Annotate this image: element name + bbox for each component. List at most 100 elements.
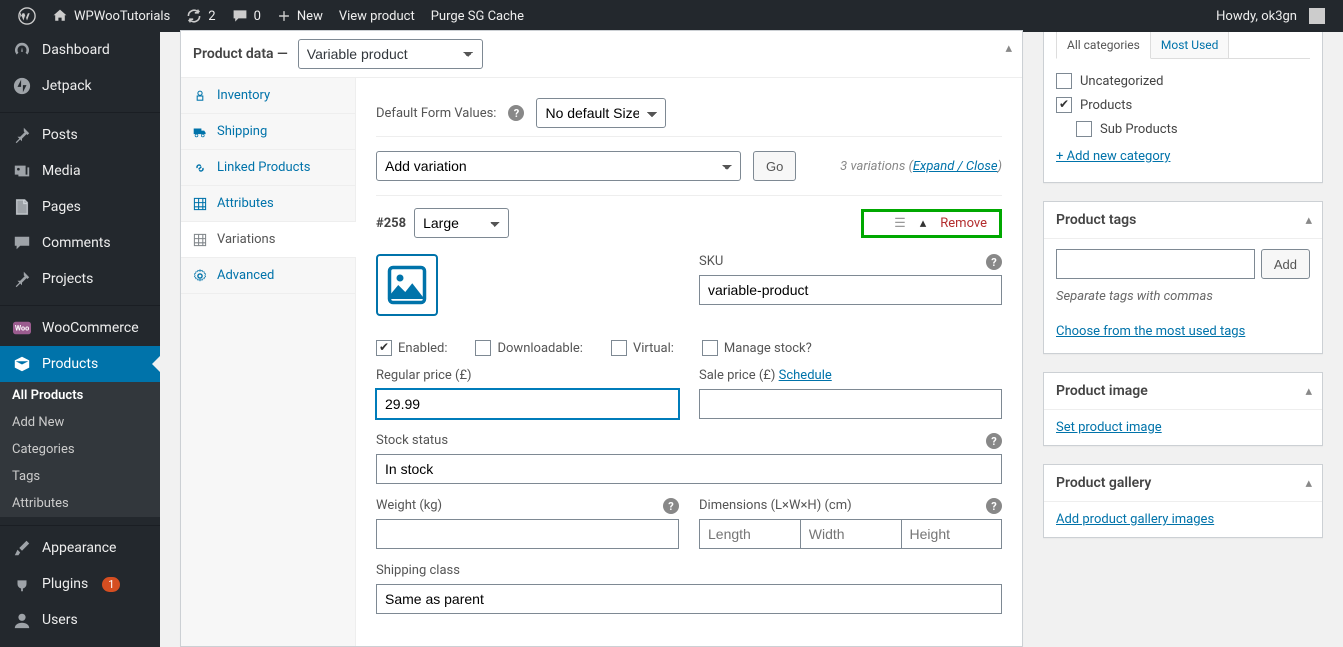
drag-handle-icon[interactable]: ☰ [894, 216, 906, 231]
category-uncategorized[interactable]: Uncategorized [1056, 69, 1310, 93]
add-tag-button[interactable]: Add [1261, 249, 1310, 279]
shipping-class-select[interactable]: Same as parent [376, 584, 1002, 614]
go-button[interactable]: Go [753, 151, 796, 181]
regular-price-input[interactable] [376, 389, 679, 419]
expand-close-link[interactable]: Expand / Close [913, 159, 998, 174]
new-content-link[interactable]: New [269, 0, 331, 32]
width-input[interactable] [800, 519, 901, 549]
tab-advanced[interactable]: Advanced [181, 258, 355, 294]
brush-icon [12, 538, 32, 558]
tab-linked-products[interactable]: Linked Products [181, 150, 355, 186]
page-icon [12, 197, 32, 217]
weight-input[interactable] [376, 519, 679, 549]
product-tags-title: Product tags [1056, 212, 1136, 228]
add-new-category-link[interactable]: + Add new category [1056, 141, 1170, 172]
tags-input[interactable] [1056, 249, 1255, 279]
regular-price-label: Regular price (£) [376, 368, 679, 383]
sidebar-item-media[interactable]: Media [0, 153, 160, 189]
truck-icon [193, 125, 209, 139]
help-icon[interactable]: ? [663, 498, 679, 514]
sale-price-label: Sale price (£) Schedule [699, 368, 1002, 383]
tab-attributes[interactable]: Attributes [181, 186, 355, 222]
help-icon[interactable]: ? [986, 433, 1002, 449]
media-icon [12, 161, 32, 181]
sidebar-item-woocommerce[interactable]: WooWooCommerce [0, 310, 160, 346]
enabled-checkbox[interactable]: Enabled: [376, 340, 447, 356]
jetpack-icon [12, 76, 32, 96]
default-form-values-select[interactable]: No default Size… [536, 98, 666, 128]
sidebar-item-pages[interactable]: Pages [0, 189, 160, 225]
comment-icon [12, 233, 32, 253]
panel-toggle[interactable]: ▴ [1005, 41, 1012, 56]
sidebar-item-comments[interactable]: Comments [0, 225, 160, 261]
stock-status-label: Stock status [376, 433, 1002, 448]
sidebar-subitem-attributes[interactable]: Attributes [0, 490, 160, 517]
sidebar-item-posts[interactable]: Posts [0, 117, 160, 153]
variations-count: 3 variations (Expand / Close) [840, 159, 1002, 174]
remove-variation-link[interactable]: Remove [940, 216, 987, 231]
sale-price-input[interactable] [699, 389, 1002, 419]
set-product-image-link[interactable]: Set product image [1056, 420, 1162, 435]
sidebar-item-plugins[interactable]: Plugins1 [0, 566, 160, 602]
variation-attr-select[interactable]: Large [414, 208, 509, 238]
sidebar-item-appearance[interactable]: Appearance [0, 530, 160, 566]
panel-toggle[interactable]: ▴ [1305, 213, 1312, 228]
dashboard-icon [12, 40, 32, 60]
tab-inventory[interactable]: Inventory [181, 78, 355, 114]
comments-link[interactable]: 0 [224, 0, 269, 32]
sidebar-item-jetpack[interactable]: Jetpack [0, 68, 160, 104]
choose-tags-link[interactable]: Choose from the most used tags [1056, 324, 1245, 339]
sidebar-item-projects[interactable]: Projects [0, 261, 160, 297]
link-icon [193, 161, 209, 175]
tab-most-used[interactable]: Most Used [1150, 32, 1230, 58]
manage-stock-checkbox[interactable]: Manage stock? [702, 340, 812, 356]
product-image-title: Product image [1056, 383, 1148, 399]
product-data-header: Product data — Variable product ▴ [181, 31, 1022, 78]
tab-shipping[interactable]: Shipping [181, 114, 355, 150]
sidebar-subitem-categories[interactable]: Categories [0, 436, 160, 463]
view-product-link[interactable]: View product [331, 0, 423, 32]
sku-input[interactable] [699, 275, 1002, 305]
grid-icon [193, 233, 209, 247]
schedule-link[interactable]: Schedule [779, 368, 832, 383]
help-icon[interactable]: ? [986, 498, 1002, 514]
user-menu[interactable]: Howdy, ok3gn [1208, 0, 1333, 32]
add-gallery-images-link[interactable]: Add product gallery images [1056, 512, 1214, 527]
virtual-checkbox[interactable]: Virtual: [611, 340, 674, 356]
product-data-title: Product data — [193, 46, 288, 62]
sidebar-item-users[interactable]: Users [0, 602, 160, 638]
wordpress-icon [18, 7, 36, 25]
length-input[interactable] [699, 519, 800, 549]
pin-icon [12, 269, 32, 289]
site-name: WPWooTutorials [74, 9, 170, 24]
stock-status-select[interactable]: In stock [376, 454, 1002, 484]
category-products[interactable]: Products [1056, 93, 1310, 117]
updates-link[interactable]: 2 [178, 0, 223, 32]
site-name-link[interactable]: WPWooTutorials [44, 0, 178, 32]
variation-id: #258 [376, 216, 406, 231]
badge: 1 [102, 577, 120, 592]
sidebar-subitem-all-products[interactable]: All Products [0, 382, 160, 409]
purge-cache-link[interactable]: Purge SG Cache [423, 0, 532, 32]
help-icon[interactable]: ? [508, 105, 524, 121]
category-sub-products[interactable]: Sub Products [1056, 117, 1310, 141]
height-input[interactable] [901, 519, 1002, 549]
tab-variations[interactable]: Variations [181, 222, 356, 258]
product-type-select[interactable]: Variable product [298, 39, 483, 69]
sidebar-subitem-tags[interactable]: Tags [0, 463, 160, 490]
refresh-icon [186, 8, 202, 24]
wp-logo[interactable] [10, 0, 44, 32]
sidebar-subitem-add-new[interactable]: Add New [0, 409, 160, 436]
add-variation-select[interactable]: Add variation [376, 151, 741, 181]
downloadable-checkbox[interactable]: Downloadable: [475, 340, 582, 356]
shipping-class-label: Shipping class [376, 563, 1002, 578]
collapse-icon[interactable]: ▴ [920, 216, 927, 231]
sidebar-item-products[interactable]: Products [0, 346, 160, 382]
tab-all-categories[interactable]: All categories [1056, 32, 1151, 59]
panel-toggle[interactable]: ▴ [1305, 384, 1312, 399]
help-icon[interactable]: ? [986, 254, 1002, 270]
sidebar-item-dashboard[interactable]: Dashboard [0, 32, 160, 68]
user-icon [12, 610, 32, 630]
variation-image-upload[interactable] [376, 254, 438, 316]
panel-toggle[interactable]: ▴ [1305, 476, 1312, 491]
